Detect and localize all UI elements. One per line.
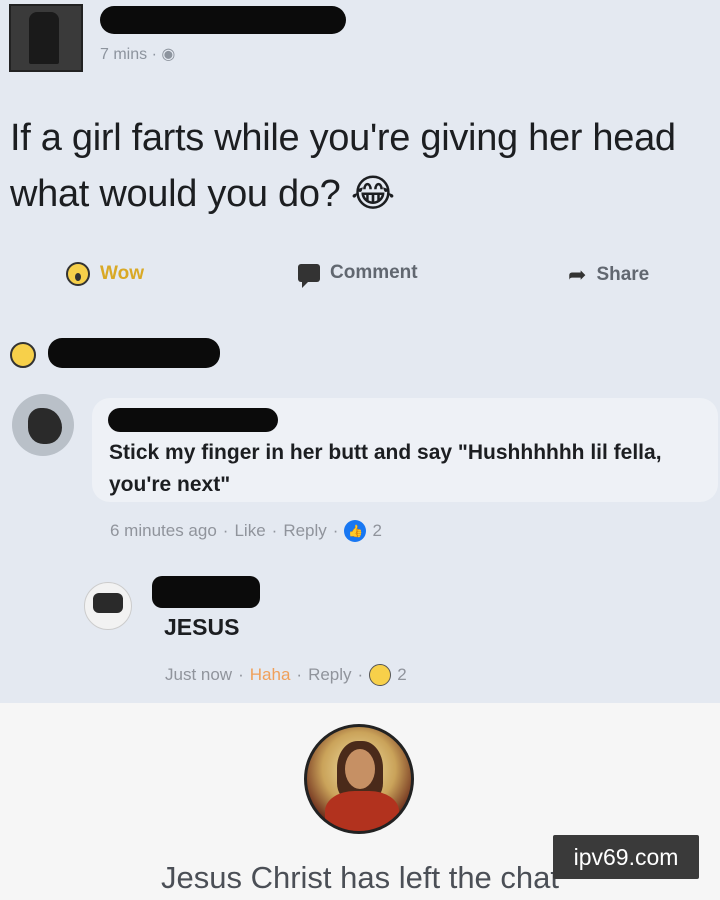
wow-label: Wow xyxy=(100,263,144,284)
reply-reply-link[interactable]: Reply xyxy=(308,665,351,685)
haha-reaction-icon xyxy=(369,664,392,686)
jesus-avatar xyxy=(304,724,414,834)
thumbs-up-icon: 👍 xyxy=(344,520,367,542)
wow-icon xyxy=(66,262,90,286)
comment-reply-link[interactable]: Reply xyxy=(283,521,326,541)
redacted-commenter-name xyxy=(108,408,278,432)
post-text: If a girl farts while you're giving her … xyxy=(10,117,676,215)
comment-time: 6 minutes ago xyxy=(110,521,217,540)
share-label: Share xyxy=(596,264,650,285)
reply-author-name[interactable]: JESUS xyxy=(164,614,239,641)
share-arrow-icon: ➦ xyxy=(568,262,587,287)
redacted-reactor-names xyxy=(48,338,220,368)
post-author-avatar[interactable] xyxy=(9,4,83,72)
comment-icon xyxy=(298,264,320,288)
wow-reaction-icon xyxy=(10,342,36,368)
reply-meta: Just now · Haha · Reply · 2 xyxy=(165,664,407,686)
watermark: ipv69.com xyxy=(553,835,699,879)
reply-reaction-count: 2 xyxy=(397,665,407,684)
reply-avatar[interactable] xyxy=(84,582,132,630)
reply-time: Just now xyxy=(165,665,233,684)
comment-reaction-count: 2 xyxy=(372,521,382,540)
wow-button[interactable]: Wow xyxy=(66,262,144,286)
comment-button[interactable]: Comment xyxy=(298,262,418,288)
comment-meta: 6 minutes ago · Like · Reply · 👍 2 xyxy=(110,520,382,542)
commenter-avatar[interactable] xyxy=(12,394,74,456)
comment-text: Stick my finger in her butt and say "Hus… xyxy=(109,441,662,496)
reply-haha-link[interactable]: Haha xyxy=(250,665,291,685)
comment-label: Comment xyxy=(330,262,418,283)
post-timestamp: 7 mins · ◉ xyxy=(100,46,176,63)
redacted-author-name xyxy=(100,6,346,34)
comment-like-link[interactable]: Like xyxy=(234,521,265,541)
redacted-reply-name xyxy=(152,576,260,608)
share-button[interactable]: ➦ Share xyxy=(568,262,649,288)
